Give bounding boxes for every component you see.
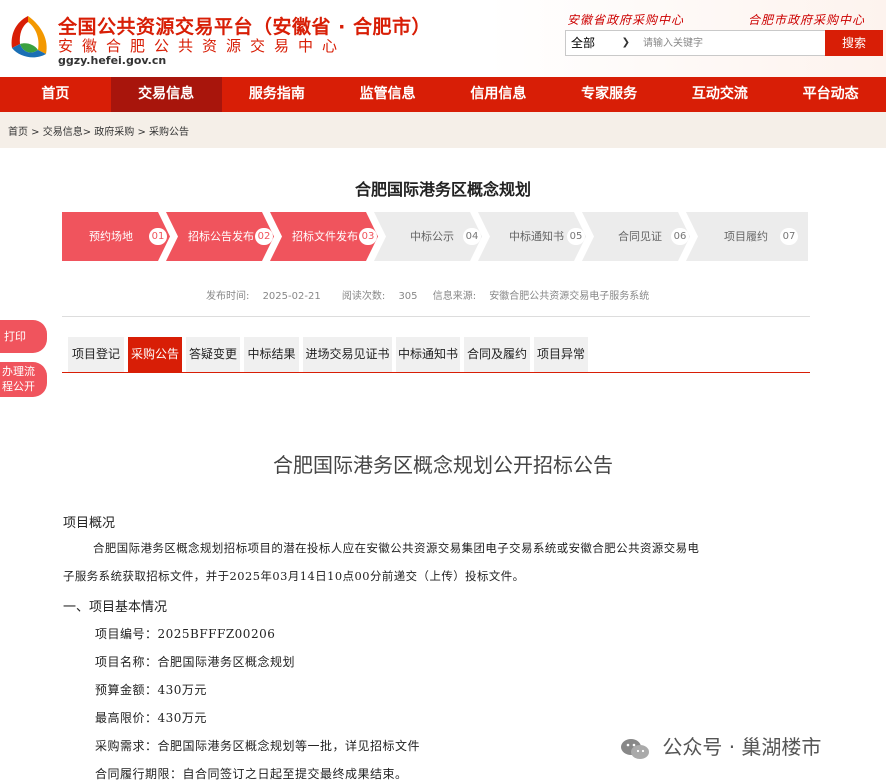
tab-award-notice[interactable]: 中标通知书 — [396, 337, 460, 372]
step-label: 项目履约 — [724, 230, 768, 243]
step-label: 合同见证 — [618, 230, 662, 243]
nav-interaction[interactable]: 互动交流 — [665, 77, 776, 112]
item-contract-period: 合同履行期限：自合同签订之日起至提交最终成果结束。 — [95, 767, 408, 781]
breadcrumb[interactable]: 首页 > 交易信息> 政府采购 > 采购公告 — [8, 123, 189, 138]
chevron-down-icon: ❯ — [621, 37, 630, 48]
nav-trade-info[interactable]: 交易信息 — [110, 77, 222, 112]
nav-supervision[interactable]: 监管信息 — [332, 77, 443, 112]
step-4[interactable]: 中标公示 04 — [374, 212, 482, 261]
section-basic-info: 一、项目基本情况 — [63, 600, 168, 615]
step-label: 预约场地 — [89, 230, 133, 243]
nav-service-guide[interactable]: 服务指南 — [222, 77, 333, 112]
process-disclosure-button[interactable]: 办理流 程公开 — [0, 362, 47, 397]
watermark-text: 公众号 · 巢湖楼市 — [662, 735, 822, 759]
site-header: 全国公共资源交易平台（安徽省 · 合肥市） 安徽合肥公共资源交易中心 ggzy.… — [0, 0, 886, 77]
source-value: 安徽合肥公共资源交易电子服务系统 — [489, 291, 650, 302]
step-number: 07 — [780, 228, 798, 245]
item-max-price: 最高限价：430万元 — [95, 711, 207, 725]
step-2[interactable]: 招标公告发布 02 — [166, 212, 274, 261]
page-title: 合肥国际港务区概念规划 — [354, 180, 531, 199]
wechat-icon — [621, 738, 649, 759]
tab-underline — [62, 372, 810, 373]
item-requirement: 采购需求：合肥国际港务区概念规划等一批，详见招标文件 — [95, 739, 421, 753]
nav-platform-news[interactable]: 平台动态 — [775, 77, 886, 112]
step-6[interactable]: 合同见证 06 — [582, 212, 690, 261]
search-button[interactable]: 搜索 — [825, 30, 883, 56]
breadcrumb-bar: 首页 > 交易信息> 政府采购 > 采购公告 — [0, 112, 886, 148]
step-1[interactable]: 预约场地 01 — [62, 212, 170, 261]
link-city-procurement[interactable]: 合肥市政府采购中心 — [748, 11, 865, 28]
progress-steps: 预约场地 01 招标公告发布 02 招标文件发布 03 中标公示 04 中标通知… — [62, 212, 808, 261]
site-logo — [11, 16, 47, 58]
tab-contract-performance[interactable]: 合同及履约 — [464, 337, 530, 372]
nav-expert[interactable]: 专家服务 — [554, 77, 665, 112]
tab-project-register[interactable]: 项目登记 — [68, 337, 124, 372]
nav-credit[interactable]: 信用信息 — [443, 77, 554, 112]
tab-procurement-notice[interactable]: 采购公告 — [128, 337, 182, 372]
step-number: 01 — [149, 228, 167, 245]
tab-award-result[interactable]: 中标结果 — [244, 337, 299, 372]
source-label: 信息来源: — [432, 291, 477, 302]
tab-project-exception[interactable]: 项目异常 — [534, 337, 588, 372]
item-project-number: 项目编号：2025BFFFZ00206 — [95, 627, 276, 641]
overview-line-2: 子服务系统获取招标文件，并于2025年03月14日10点00分前递交（上传）投标… — [63, 569, 525, 583]
watermark: 公众号 · 巢湖楼市 — [620, 731, 821, 761]
search-scope-select[interactable]: 全部 ❯ — [566, 31, 636, 55]
publish-date-label: 发布时间: — [206, 291, 250, 302]
process-disclosure-line1: 办理流 — [2, 365, 35, 378]
site-url: ggzy.hefei.gov.cn — [58, 54, 167, 67]
publish-date: 2025-02-21 — [262, 291, 321, 302]
site-subtitle: 安徽合肥公共资源交易中心 — [58, 37, 347, 55]
process-disclosure-line2: 程公开 — [2, 380, 35, 393]
step-7[interactable]: 项目履约 07 — [686, 212, 808, 261]
item-project-name: 项目名称：合肥国际港务区概念规划 — [95, 655, 296, 669]
step-3[interactable]: 招标文件发布 03 — [270, 212, 378, 261]
article-meta: 发布时间: 2025-02-21 阅读次数: 305 信息来源: 安徽合肥公共资… — [206, 287, 659, 302]
search-input[interactable] — [638, 31, 833, 55]
step-5[interactable]: 中标通知书 05 — [478, 212, 586, 261]
search-bar: 全部 ❯ 搜索 — [565, 30, 883, 56]
tab-transaction-certificate[interactable]: 进场交易见证书 — [303, 337, 392, 372]
search-scope-value: 全部 — [571, 36, 596, 50]
step-label: 中标公示 — [410, 230, 454, 243]
link-province-procurement[interactable]: 安徽省政府采购中心 — [567, 11, 684, 28]
step-label: 招标文件发布 — [292, 230, 358, 243]
main-nav: 首页 交易信息 服务指南 监管信息 信用信息 专家服务 互动交流 平台动态 — [0, 77, 886, 112]
print-button[interactable]: 打印 — [0, 320, 47, 353]
document-title: 合肥国际港务区概念规划公开招标公告 — [273, 453, 613, 477]
overview-heading: 项目概况 — [63, 516, 116, 531]
step-label: 招标公告发布 — [188, 230, 254, 243]
divider — [62, 316, 810, 317]
overview-line-1: 合肥国际港务区概念规划招标项目的潜在投标人应在安徽公共资源交易集团电子交易系统或… — [93, 541, 700, 555]
views-label: 阅读次数: — [341, 291, 386, 302]
tab-qa-changes[interactable]: 答疑变更 — [186, 337, 240, 372]
nav-home[interactable]: 首页 — [0, 77, 111, 112]
step-label: 中标通知书 — [509, 230, 564, 243]
views-count: 305 — [398, 291, 418, 302]
item-budget: 预算金额：430万元 — [95, 683, 207, 697]
